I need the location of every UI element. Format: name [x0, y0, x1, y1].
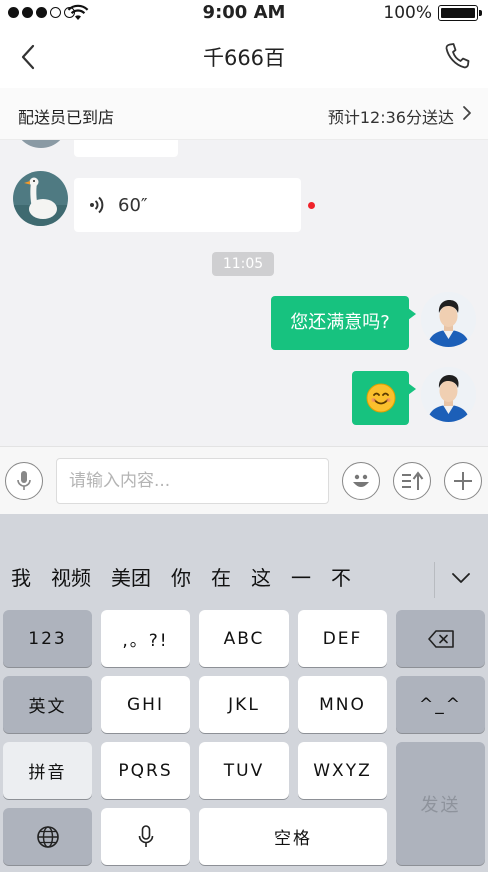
backspace-icon [427, 629, 454, 648]
candidate-word[interactable]: 在 [201, 558, 241, 598]
chevron-down-icon [452, 573, 470, 583]
send-button[interactable]: 发送 [396, 742, 485, 865]
divider [434, 562, 435, 598]
nav-bar: 千666百 [0, 26, 488, 88]
candidate-bar: 我 视频 美团 你 在 这 一 不 [0, 550, 488, 606]
candidate-word[interactable]: 一 [281, 558, 321, 598]
message-timestamp: 11:05 [212, 252, 274, 276]
chevron-left-icon [21, 44, 35, 70]
candidate-word[interactable]: 美团 [101, 558, 161, 598]
chevron-right-icon [463, 106, 471, 120]
globe-icon [36, 825, 59, 848]
courier-avatar[interactable] [13, 171, 68, 226]
user-avatar[interactable] [421, 292, 476, 347]
space-key[interactable]: 空格 [199, 808, 387, 865]
dictation-button[interactable] [101, 808, 190, 865]
battery-percentage: 100% [383, 3, 432, 23]
goose-avatar-image [13, 171, 68, 226]
status-bar: 9:00 AM 100% [0, 0, 488, 26]
agent-avatar-image [421, 367, 476, 422]
key-english[interactable]: 英文 [3, 676, 92, 733]
key-123[interactable]: 123 [3, 610, 92, 667]
more-options-button[interactable] [444, 462, 482, 500]
key-emoticon[interactable]: ^_^ [396, 676, 485, 733]
message-input[interactable] [56, 458, 329, 504]
backspace-button[interactable] [396, 610, 485, 667]
call-button[interactable] [442, 40, 472, 72]
key-pqrs[interactable]: PQRS [101, 742, 190, 799]
key-tuv[interactable]: TUV [199, 742, 289, 799]
candidate-word[interactable]: 视频 [41, 558, 101, 598]
smiley-face-icon [353, 474, 369, 487]
delivery-status-banner[interactable]: 配送员已到店 预计12:36分送达 [0, 88, 488, 140]
battery-icon [438, 5, 482, 21]
delivery-status-text: 配送员已到店 [18, 108, 115, 127]
plus-icon [454, 472, 472, 490]
user-avatar[interactable] [421, 367, 476, 422]
unread-indicator [308, 202, 315, 209]
avatar[interactable] [14, 140, 68, 148]
back-button[interactable] [14, 42, 42, 72]
key-pinyin[interactable]: 拼音 [3, 742, 92, 799]
voice-input-button[interactable] [5, 462, 43, 500]
page-title: 千666百 [202, 46, 286, 70]
key-def[interactable]: DEF [298, 610, 387, 667]
key-abc[interactable]: ABC [199, 610, 289, 667]
candidate-word[interactable]: 不 [321, 558, 361, 598]
voice-duration: 60″ [118, 194, 148, 216]
key-ghi[interactable]: GHI [101, 676, 190, 733]
voice-wave-icon [88, 195, 108, 215]
agent-avatar-image [421, 292, 476, 347]
microphone-icon [138, 824, 153, 847]
key-mno[interactable]: MNO [298, 676, 387, 733]
keyboard: 我 视频 美团 你 在 这 一 不 123 ,。?! ABC DEF 英文 GH… [0, 514, 488, 872]
language-switch-button[interactable] [3, 808, 92, 865]
delivery-eta-text: 预计12:36分送达 [327, 108, 454, 127]
chat-message-list[interactable]: 60″ 11:05 您还满意吗? [0, 140, 488, 446]
voice-message[interactable]: 60″ [74, 178, 301, 232]
key-jkl[interactable]: JKL [199, 676, 289, 733]
keyboard-toolbar [0, 514, 488, 550]
smile-emoji-icon [366, 383, 395, 413]
candidate-word[interactable]: 我 [0, 558, 41, 598]
expand-candidates-button[interactable] [446, 564, 476, 592]
phone-icon [445, 43, 470, 69]
message-bubble[interactable] [74, 140, 178, 157]
key-wxyz[interactable]: WXYZ [298, 742, 387, 799]
outgoing-message[interactable]: 您还满意吗? [271, 296, 416, 350]
quick-reply-button[interactable] [393, 462, 431, 500]
microphone-icon [17, 471, 31, 490]
key-punctuation[interactable]: ,。?! [101, 610, 190, 667]
candidate-word[interactable]: 你 [161, 558, 201, 598]
candidate-word[interactable]: 这 [241, 558, 281, 598]
quick-reply-icon [402, 471, 424, 490]
message-input-bar [0, 446, 488, 514]
emoji-button[interactable] [342, 462, 380, 500]
outgoing-emoji-message[interactable] [352, 371, 416, 425]
